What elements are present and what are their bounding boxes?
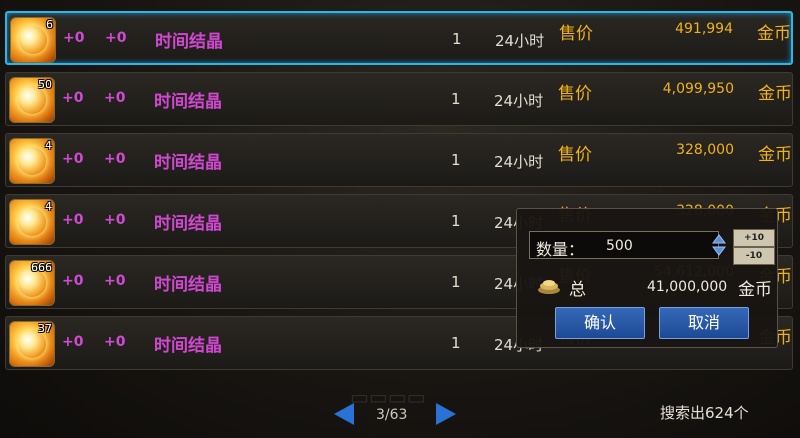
enhance-level: +0 [62, 90, 84, 106]
left-arrow-icon[interactable] [334, 403, 354, 425]
item-quantity: 1 [451, 273, 461, 291]
page-indicator: 3/63 [376, 407, 408, 423]
stack-count: 6 [46, 18, 53, 31]
enhance-level: +0 [62, 334, 84, 350]
item-quantity: 1 [451, 151, 461, 169]
quantity-spinner-icon[interactable] [712, 233, 726, 257]
price-label: 售价 [558, 84, 592, 104]
stack-count: 4 [45, 139, 52, 152]
refine-level: +0 [104, 90, 126, 106]
step-up-button[interactable]: +10 [733, 229, 775, 247]
auction-row[interactable]: 4 +0 +0 时间结晶 1 24小时售价 328,000 金币 [5, 133, 793, 187]
step-down-button[interactable]: -10 [733, 247, 775, 265]
enhance-level: +0 [62, 151, 84, 167]
item-price: 491,994 [675, 21, 733, 37]
total-currency: 金币 [738, 280, 772, 300]
crystal-orb [18, 208, 46, 236]
item-quantity: 1 [452, 30, 462, 48]
enhance-level: +0 [62, 212, 84, 228]
price-currency: 金币 [757, 24, 791, 44]
confirm-button[interactable]: 确认 [555, 307, 645, 339]
time-crystal-icon: 4 [9, 199, 55, 245]
stack-count: 666 [31, 261, 52, 274]
time-crystal-icon: 4 [9, 138, 55, 184]
listing-duration: 24小时 [495, 32, 545, 50]
refine-level: +0 [104, 151, 126, 167]
quantity-value[interactable]: 500 [606, 238, 633, 254]
price-label: 售价 [559, 24, 593, 44]
item-quantity: 1 [451, 334, 461, 352]
item-quantity: 1 [451, 212, 461, 230]
crystal-orb [19, 26, 47, 54]
stack-count: 4 [45, 200, 52, 213]
price-currency: 金币 [758, 145, 792, 165]
enhance-level: +0 [63, 30, 85, 46]
right-arrow-icon[interactable] [436, 403, 456, 425]
time-crystal-icon: 666 [9, 260, 55, 306]
item-price: 4,099,950 [662, 81, 734, 97]
price-label: 售价 [558, 145, 592, 165]
item-quantity: 1 [451, 90, 461, 108]
purchase-dialog: 数量： 500 +10 -10 总 41,000,000 金币 确认 取消 [516, 208, 778, 348]
refine-level: +0 [104, 334, 126, 350]
stack-count: 37 [38, 322, 52, 335]
item-name: 时间结晶 [154, 336, 222, 356]
listing-duration: 24小时 [494, 92, 544, 110]
item-name: 时间结晶 [155, 32, 223, 52]
quantity-label: 数量： [536, 240, 585, 259]
time-crystal-icon: 50 [9, 77, 55, 123]
time-crystal-icon: 6 [10, 17, 56, 63]
enhance-level: +0 [62, 273, 84, 289]
total-label: 总 [569, 280, 586, 300]
stack-count: 50 [38, 78, 52, 91]
quantity-field[interactable]: 数量： 500 [529, 231, 726, 259]
auction-row[interactable]: 50 +0 +0 时间结晶 1 24小时 售价 4,099,950 金币 [5, 72, 793, 126]
listing-duration: 24小时 [494, 153, 544, 171]
item-price: 328,000 [676, 142, 734, 158]
item-name: 时间结晶 [154, 275, 222, 295]
refine-level: +0 [105, 30, 127, 46]
pagination: 3/63 [330, 398, 464, 434]
item-name: 时间结晶 [154, 153, 222, 173]
price-currency: 金币 [758, 84, 792, 104]
refine-level: +0 [104, 212, 126, 228]
auction-row[interactable]: 6 +0 +0 时间结晶 1 24小时 售价 491,994 金币 [5, 11, 793, 65]
gold-coin-icon [538, 280, 560, 294]
search-result-count: 搜索出624个 [660, 404, 749, 422]
total-value: 41,000,000 [647, 279, 728, 295]
crystal-orb [18, 147, 46, 175]
refine-level: +0 [104, 273, 126, 289]
cancel-button[interactable]: 取消 [659, 307, 749, 339]
time-crystal-icon: 37 [9, 321, 55, 367]
item-name: 时间结晶 [154, 92, 222, 112]
item-name: 时间结晶 [154, 214, 222, 234]
